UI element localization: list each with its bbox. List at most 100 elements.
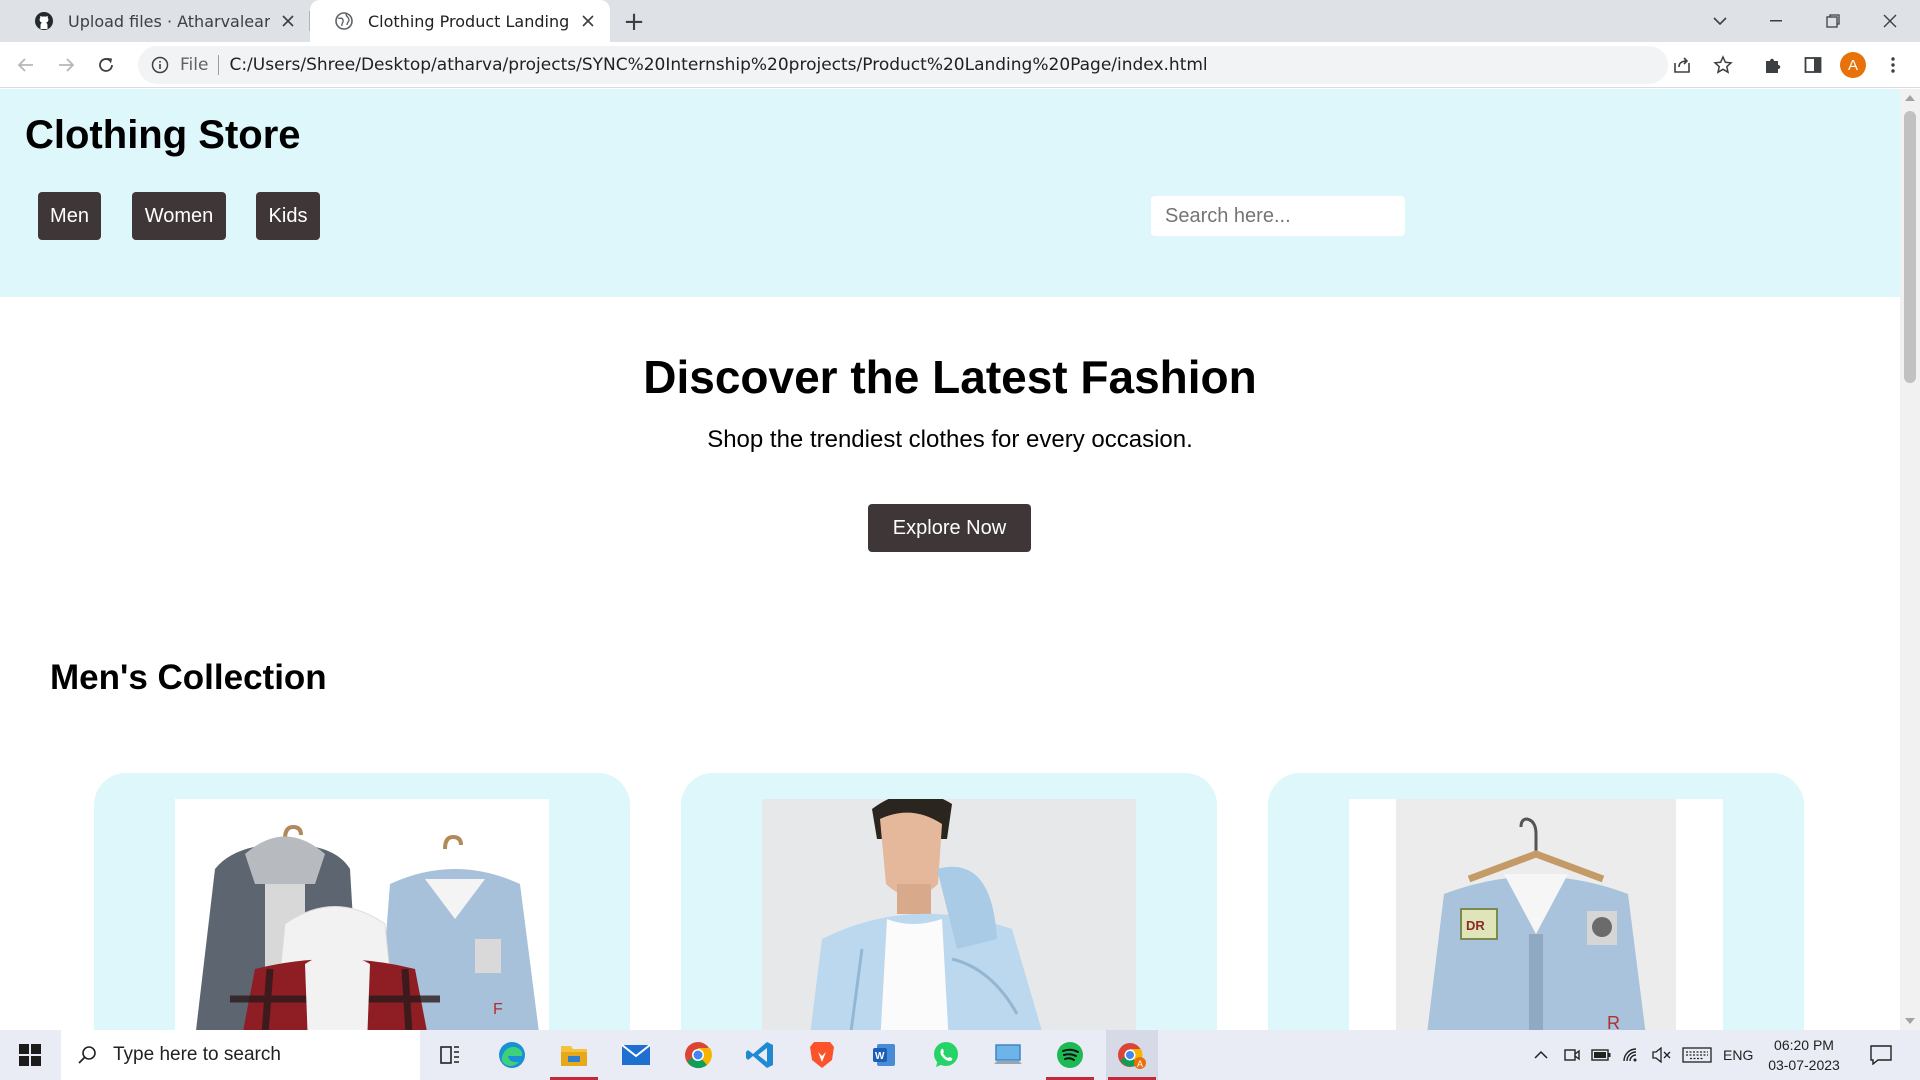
extensions-button[interactable] [1755,47,1791,83]
close-icon [1883,14,1897,28]
tab-label: Upload files · Atharvalearner/SYN [68,11,270,31]
product-card[interactable] [681,773,1217,1030]
svg-text:A: A [1137,1059,1143,1069]
profile-avatar[interactable]: A [1840,52,1866,78]
svg-text:R: R [1607,1013,1620,1030]
svg-text:F: F [493,1001,503,1018]
edge-app[interactable] [486,1030,538,1080]
windows-logo-icon [19,1044,41,1066]
nav-women-button[interactable]: Women [132,192,226,240]
taskbar-search-box[interactable]: Type here to search [61,1030,420,1080]
wifi-icon [1623,1048,1637,1062]
pc-icon [994,1044,1022,1064]
reload-button[interactable] [88,47,124,83]
whatsapp-icon [934,1042,958,1067]
url-text[interactable]: C:/Users/Shree/Desktop/atharva/projects/… [229,55,1207,75]
battery-button[interactable] [1591,1045,1611,1065]
man-in-light-blue-jacket-photo[interactable] [762,799,1136,1030]
chevron-up-icon [1534,1050,1548,1059]
task-view-button[interactable] [424,1030,476,1080]
share-button[interactable] [1664,47,1700,83]
minimize-icon [1770,20,1782,22]
word-app[interactable]: W [858,1030,910,1080]
volume-muted-icon [1652,1047,1671,1063]
new-tab-button[interactable]: + [620,7,648,37]
meet-now-button[interactable] [1562,1045,1582,1065]
svg-text:DR: DR [1466,918,1485,933]
keyboard-button[interactable] [1681,1045,1713,1065]
bookmark-button[interactable] [1705,47,1741,83]
svg-text:W: W [875,1051,885,1062]
arrow-right-icon [59,58,75,72]
close-window-button[interactable] [1862,0,1918,42]
whatsapp-app[interactable] [920,1030,972,1080]
denim-jacket-on-hanger-photo[interactable]: DR R [1349,799,1723,1030]
page-scrollbar[interactable] [1900,89,1920,1030]
address-bar[interactable]: File C:/Users/Shree/Desktop/atharva/proj… [138,46,1668,84]
spotify-app[interactable] [1044,1030,1096,1080]
search-icon [78,1046,96,1064]
clock-date: 03-07-2023 [1768,1057,1840,1073]
back-button[interactable] [8,47,44,83]
site-header: Clothing Store Men Women Kids [0,89,1900,297]
chrome-icon [685,1042,712,1069]
chevron-down-icon [1713,17,1727,26]
taskbar-clock[interactable]: 06:20 PM 03-07-2023 [1762,1035,1846,1075]
edge-icon [499,1042,525,1068]
spotify-icon [1057,1042,1083,1068]
product-card[interactable]: DR R [1268,773,1804,1030]
side-panel-icon [1804,57,1822,73]
clock-time: 06:20 PM [1774,1037,1834,1053]
chrome-profile-icon: A [1118,1043,1146,1069]
chrome-profile-app[interactable]: A [1106,1030,1158,1080]
file-explorer-icon [561,1046,587,1066]
globe-icon [335,12,353,30]
this-pc-app[interactable] [982,1030,1034,1080]
collection-title: Men's Collection [50,658,327,697]
restore-button[interactable] [1805,0,1861,42]
nav-men-button[interactable]: Men [38,192,101,240]
star-icon [1713,55,1733,74]
arrow-left-icon [17,58,33,72]
scroll-down-arrow-icon[interactable] [1905,1018,1915,1024]
start-button[interactable] [0,1030,60,1080]
nav-kids-button[interactable]: Kids [256,192,320,240]
notifications-button[interactable] [1869,1044,1893,1066]
explore-now-button[interactable]: Explore Now [868,504,1031,552]
info-icon[interactable] [150,55,170,75]
more-vert-icon [1891,57,1895,73]
tab-clothing-landing[interactable]: Clothing Product Landing Page [310,0,610,42]
product-card[interactable]: F [94,773,630,1030]
minimize-button[interactable] [1748,0,1804,42]
browser-tab-bar: Upload files · Atharvalearner/SYN Clothi… [0,0,1920,42]
input-language[interactable]: ENG [1723,1030,1753,1080]
tab-search-button[interactable] [1692,0,1748,42]
brave-app[interactable] [796,1030,848,1080]
share-icon [1674,57,1690,73]
search-input[interactable] [1151,196,1405,236]
scrollbar-thumb[interactable] [1904,111,1916,383]
close-icon[interactable] [578,11,598,31]
windows-taskbar: Type here to search W A ENG 06:20 PM 03-… [0,1030,1920,1080]
page-viewport: Clothing Store Men Women Kids Discover t… [0,89,1900,1030]
task-view-icon [440,1046,459,1064]
forward-button[interactable] [48,47,84,83]
menu-button[interactable] [1875,47,1911,83]
volume-button[interactable] [1651,1045,1671,1065]
show-hidden-icons-button[interactable] [1531,1045,1551,1065]
jackets-group-photo[interactable]: F [175,799,549,1030]
vscode-app[interactable] [734,1030,786,1080]
restore-icon [1826,14,1840,28]
chrome-app[interactable] [672,1030,724,1080]
file-explorer-app[interactable] [548,1030,600,1080]
address-prefix: File [180,55,209,75]
side-panel-button[interactable] [1795,47,1831,83]
close-icon[interactable] [278,11,298,31]
scroll-up-arrow-icon[interactable] [1905,95,1915,101]
network-button[interactable] [1622,1045,1642,1065]
mail-app[interactable] [610,1030,662,1080]
camera-icon [1564,1049,1580,1061]
word-icon: W [873,1044,895,1066]
puzzle-icon [1766,58,1781,73]
tab-upload-files[interactable]: Upload files · Atharvalearner/SYN [10,0,310,42]
